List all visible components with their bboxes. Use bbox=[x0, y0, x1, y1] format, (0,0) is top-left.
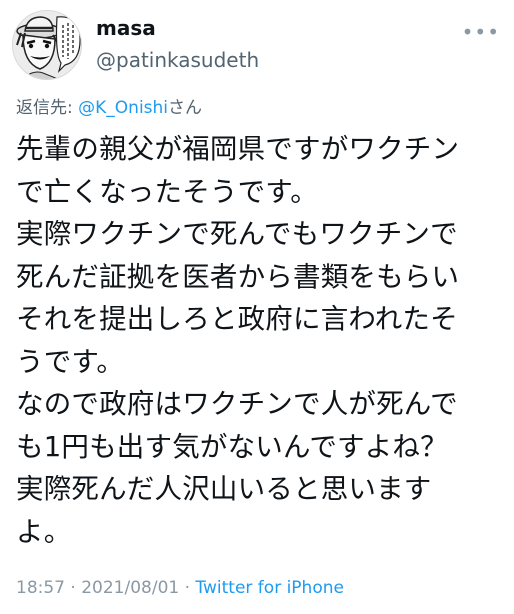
tweet-card: masa @patinkasudeth ••• 返信先: @K_Onishiさん… bbox=[0, 0, 514, 614]
reply-to-prefix: 返信先: bbox=[16, 98, 79, 118]
tweet-text-line: 死んだ証拠を医者から書類をもらい bbox=[16, 260, 460, 293]
user-display-name[interactable]: masa bbox=[96, 16, 156, 40]
tweet-time[interactable]: 18:57 bbox=[16, 578, 65, 598]
reply-mention-link[interactable]: @K_Onishi bbox=[78, 98, 168, 118]
meta-separator: · bbox=[179, 578, 196, 598]
tweet-text-line: 実際死んだ人沢山いると思います bbox=[16, 473, 432, 505]
tweet-source-link[interactable]: Twitter for iPhone bbox=[195, 578, 344, 598]
avatar-manga-image bbox=[13, 11, 81, 79]
meta-separator: · bbox=[65, 578, 82, 598]
tweet-text-line: も1円も出す気がないんですよね？ bbox=[16, 430, 448, 463]
reply-to-line: 返信先: @K_Onishiさん bbox=[16, 93, 202, 118]
avatar[interactable] bbox=[12, 10, 82, 80]
tweet-date[interactable]: 2021/08/01 bbox=[81, 578, 179, 598]
tweet-text-line: それを提出しろと政府に言われたそ bbox=[16, 303, 458, 335]
tweet-text-line: 先輩の親父が福岡県ですがワクチン bbox=[16, 133, 460, 165]
tweet-text-line: なので政府はワクチンで人が死んで bbox=[16, 388, 458, 420]
tweet-body: 先輩の親父が福岡県ですがワクチン で亡くなったそうです。 実際ワクチンで死んでも… bbox=[16, 128, 506, 553]
tweet-text-line: よ。 bbox=[16, 515, 72, 548]
reply-to-suffix: さん bbox=[168, 98, 203, 118]
tweet-text-line: で亡くなったそうです。 bbox=[16, 175, 318, 208]
more-options-icon[interactable]: ••• bbox=[462, 22, 500, 42]
tweet-text-line: 実際ワクチンで死んでもワクチンで bbox=[16, 218, 458, 250]
tweet-text-line: うです。 bbox=[16, 345, 125, 378]
tweet-meta: 18:57 · 2021/08/01 · Twitter for iPhone bbox=[16, 578, 344, 598]
user-handle[interactable]: @patinkasudeth bbox=[96, 48, 259, 72]
